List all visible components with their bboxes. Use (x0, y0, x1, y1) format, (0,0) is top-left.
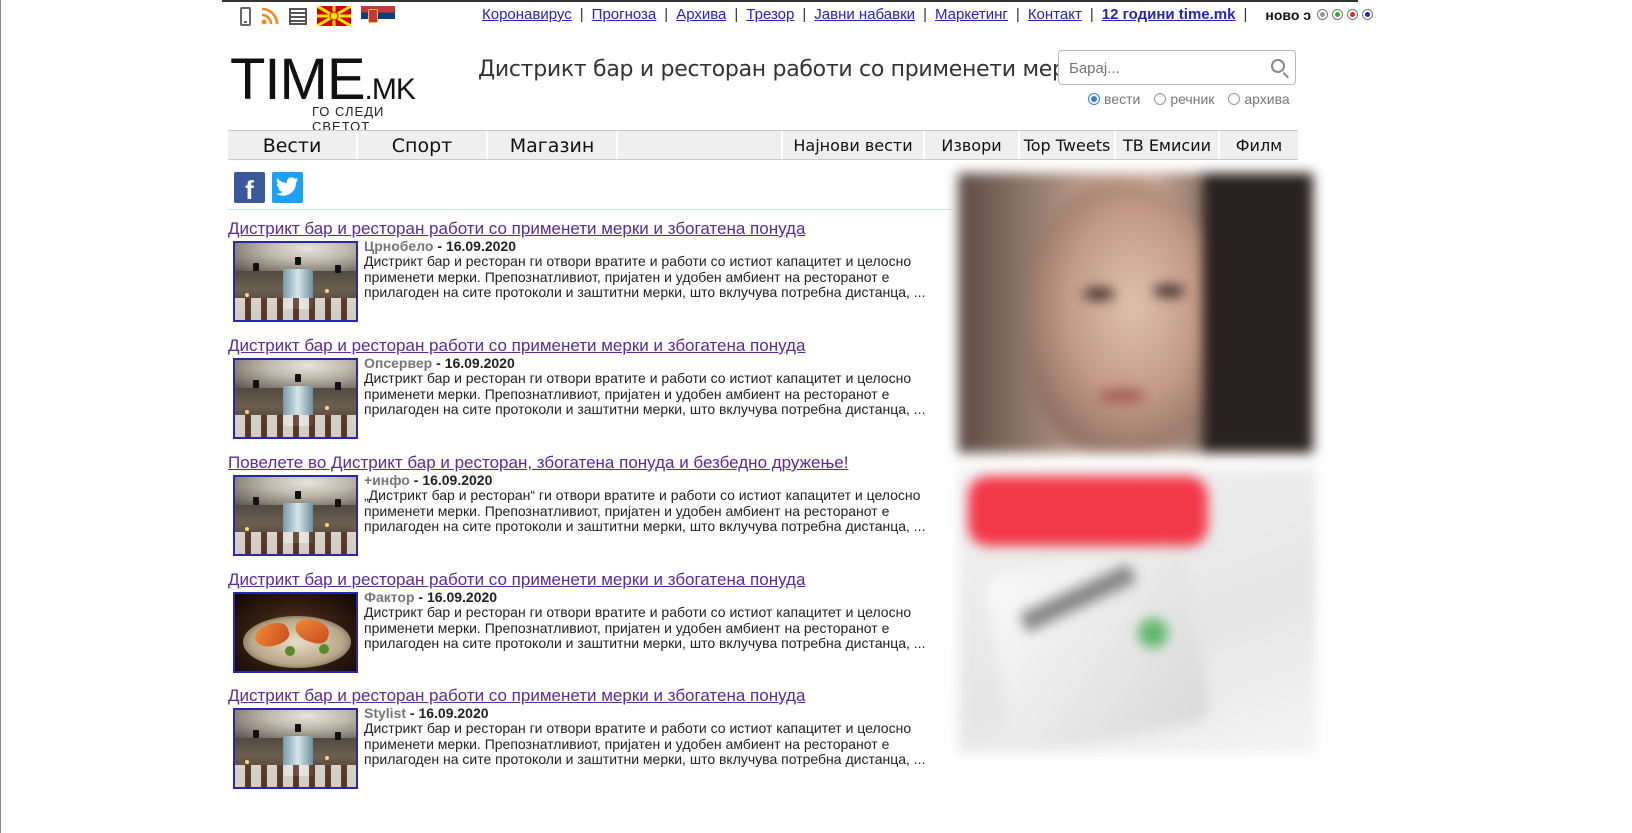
top-link-public-procurement[interactable]: Јавни набавки (814, 6, 915, 23)
article-title-link[interactable]: Дистрикт бар и ресторан работи со примен… (228, 336, 805, 356)
article-meta: Фактор - 16.09.2020 (364, 589, 498, 605)
radio-icon (1228, 93, 1241, 105)
rotating-headline[interactable]: Дистрикт бар и ресторан работи со примен… (478, 57, 1134, 82)
nav-latest-news[interactable]: Најнови вести (783, 131, 923, 159)
new-indicator-icon: ↄ (1303, 6, 1312, 23)
article-date: 16.09.2020 (445, 238, 517, 254)
search-scope-news[interactable]: вести (1088, 91, 1140, 107)
article-title-link[interactable]: Дистрикт бар и ресторан работи со примен… (228, 219, 805, 239)
radio-selected-icon (1088, 93, 1100, 105)
article-thumbnail[interactable] (233, 592, 358, 673)
nav-sources[interactable]: Извори (925, 131, 1018, 159)
theme-green-dot-icon[interactable] (1332, 9, 1344, 20)
article-summary: Дистрикт бар и ресторан ги отвори вратит… (364, 253, 926, 300)
facebook-share-icon[interactable]: f (234, 172, 265, 205)
article-meta: +инфо - 16.09.2020 (364, 472, 493, 488)
article-summary: Дистрикт бар и ресторан ги отвори вратит… (364, 370, 926, 417)
top-link-marketing[interactable]: Маркетинг (935, 6, 1008, 23)
top-link-coronavirus[interactable]: Коронавирус (482, 6, 572, 23)
article-date: 16.09.2020 (422, 472, 493, 488)
article-item: Повелете во Дистрикт бар и ресторан, збо… (228, 453, 948, 563)
twitter-share-icon[interactable] (272, 172, 303, 203)
restaurant-image (235, 710, 356, 787)
list-view-icon[interactable] (289, 7, 307, 25)
article-summary: „Дистрикт бар и ресторан“ ги отвори врат… (364, 487, 926, 534)
logo-suffix: .MK (364, 73, 416, 106)
article-title-link[interactable]: Дистрикт бар и ресторан работи со примен… (228, 570, 805, 590)
article-date: 16.09.2020 (444, 355, 515, 371)
top-links: Коронавирус | Прогноза | Архива | Трезор… (482, 6, 1374, 23)
nav-tv-shows[interactable]: ТВ Емисии (1116, 131, 1218, 159)
article-item: Дистрикт бар и ресторан работи со примен… (228, 570, 948, 680)
article-date: 16.09.2020 (418, 705, 489, 721)
top-link-forecast[interactable]: Прогноза (592, 6, 657, 23)
article-thumbnail[interactable] (233, 708, 358, 789)
theme-dots (1317, 9, 1374, 20)
main-nav: Вести Спорт Магазин Најнови вести Извори… (228, 130, 1298, 160)
article-meta: Stylist - 16.09.2020 (364, 705, 489, 721)
restaurant-image (235, 360, 356, 437)
article-date: 16.09.2020 (426, 589, 498, 605)
article-thumbnail[interactable] (233, 241, 358, 322)
top-bar-icons (240, 6, 395, 26)
anniversary-link[interactable]: 12 години time.mk (1102, 6, 1236, 23)
article-title-link[interactable]: Повелете во Дистрикт бар и ресторан, збо… (228, 453, 848, 473)
article-thumbnail[interactable] (233, 475, 358, 556)
article-summary: Дистрикт бар и ресторан ги отвори вратит… (364, 720, 926, 767)
search-scope-archive[interactable]: архива (1228, 91, 1290, 107)
restaurant-image (235, 477, 356, 554)
radio-icon (1154, 93, 1167, 105)
rss-icon[interactable] (261, 7, 279, 25)
top-link-treasury[interactable]: Трезор (746, 6, 794, 23)
novo-label: ново ↄ (1265, 6, 1312, 23)
article-item: Дистрикт бар и ресторан работи со примен… (228, 686, 948, 796)
search-scope-options: вести речник архива (1088, 91, 1290, 107)
article-title-link[interactable]: Дистрикт бар и ресторан работи со примен… (228, 686, 805, 706)
nav-top-tweets[interactable]: Top Tweets (1020, 131, 1114, 159)
macedonia-flag-icon[interactable] (317, 6, 351, 26)
article-source: Опсервер (364, 355, 433, 371)
site-logo[interactable]: TIME.MK ГО СЛЕДИ СВЕТОТ (230, 51, 440, 135)
article-source: Stylist (364, 705, 407, 721)
nav-film[interactable]: Филм (1220, 131, 1298, 159)
restaurant-image (235, 243, 356, 320)
serbia-flag-icon[interactable] (361, 6, 395, 26)
article-source: Црнобело (364, 238, 434, 254)
nav-magazine[interactable]: Магазин (488, 131, 616, 159)
article-thumbnail[interactable] (233, 358, 358, 439)
article-source: +инфо (364, 472, 410, 488)
article-meta: Црнобело - 16.09.2020 (364, 238, 517, 254)
window-edge (0, 0, 1, 833)
content-divider (228, 209, 952, 210)
search-box (1058, 50, 1296, 85)
nav-sport[interactable]: Спорт (358, 131, 486, 159)
top-link-archive[interactable]: Архива (676, 6, 726, 23)
advertisement-banner[interactable] (958, 468, 1316, 753)
food-image (235, 594, 356, 671)
advertisement-banner[interactable] (958, 173, 1313, 453)
search-input[interactable] (1069, 57, 1249, 79)
theme-red-dot-icon[interactable] (1347, 9, 1359, 20)
article-item: Дистрикт бар и ресторан работи со примен… (228, 219, 948, 329)
top-link-contact[interactable]: Контакт (1028, 6, 1082, 23)
article-meta: Опсервер - 16.09.2020 (364, 355, 515, 371)
article-source: Фактор (364, 589, 415, 605)
article-summary: Дистрикт бар и ресторан ги отвори вратит… (364, 604, 926, 651)
theme-gray-dot-icon[interactable] (1317, 9, 1329, 20)
mobile-phone-icon[interactable] (240, 6, 251, 26)
top-rule (222, 0, 1358, 2)
search-icon[interactable] (1271, 59, 1285, 73)
logo-text: TIME (230, 47, 366, 112)
search-scope-dictionary[interactable]: речник (1154, 91, 1214, 107)
nav-news[interactable]: Вести (228, 131, 356, 159)
article-item: Дистрикт бар и ресторан работи со примен… (228, 336, 948, 446)
theme-blue-dot-icon[interactable] (1362, 9, 1374, 20)
top-bar: Коронавирус | Прогноза | Архива | Трезор… (240, 4, 1374, 28)
